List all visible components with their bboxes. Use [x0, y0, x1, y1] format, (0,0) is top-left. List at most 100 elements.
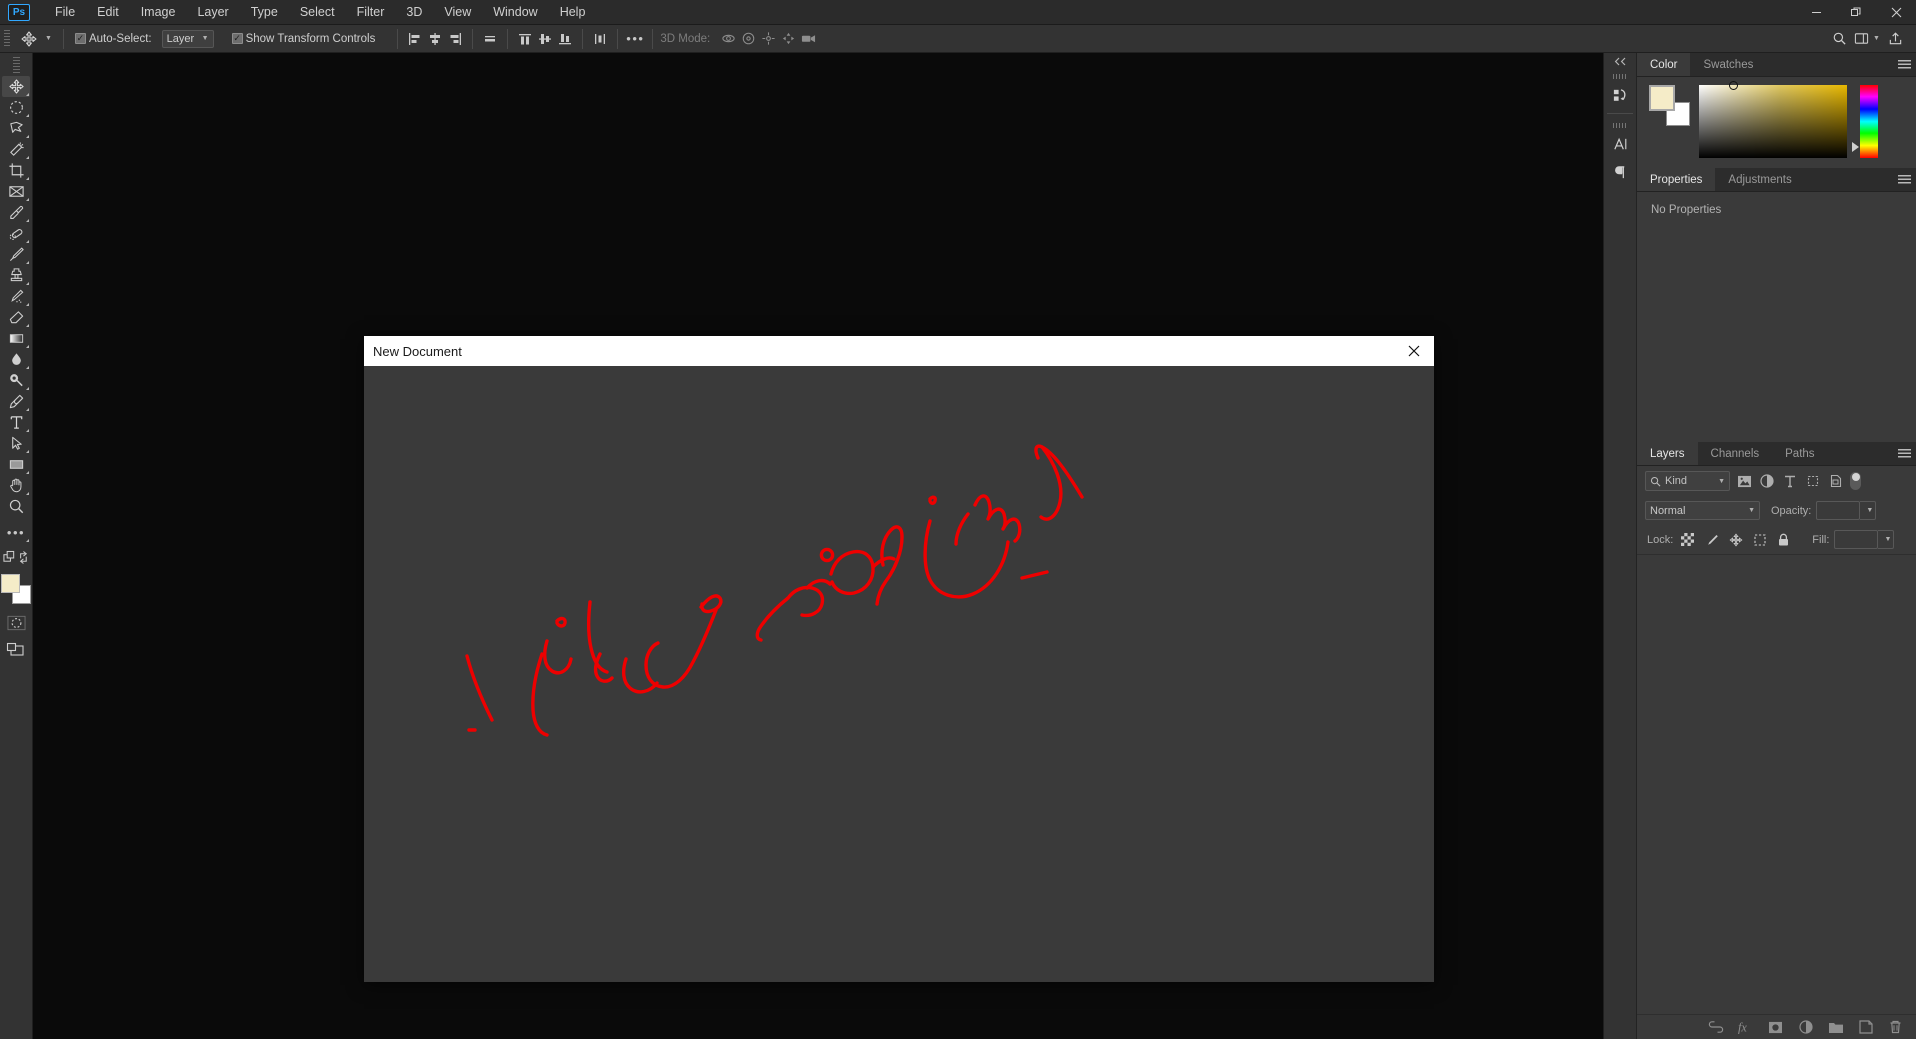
show-transform-checkbox[interactable]: ✓	[231, 33, 243, 44]
gradient-tool[interactable]	[2, 328, 30, 349]
align-top-edges-button[interactable]	[480, 29, 500, 49]
opacity-input[interactable]	[1816, 501, 1861, 520]
brush-tool[interactable]	[2, 244, 30, 265]
edit-toolbar-tool[interactable]: •••	[2, 522, 30, 543]
tab-channels[interactable]: Channels	[1697, 442, 1773, 465]
smart-object-filter-icon[interactable]	[1827, 472, 1845, 490]
more-align-options-button[interactable]: •••	[625, 29, 645, 49]
lock-image-pixels-icon[interactable]	[1702, 531, 1721, 549]
distribute-top-edges-button[interactable]	[515, 29, 535, 49]
canvas-workspace[interactable]: New Document	[33, 53, 1636, 1039]
lock-position-icon[interactable]	[1726, 531, 1745, 549]
active-tool-preset[interactable]: ▼	[16, 30, 56, 48]
tab-color[interactable]: Color	[1637, 53, 1691, 76]
layer-style-icon[interactable]: fx	[1737, 1019, 1754, 1036]
layers-list[interactable]	[1637, 554, 1916, 1014]
pan-3d-button[interactable]	[758, 29, 778, 49]
pixel-filter-icon[interactable]	[1735, 472, 1753, 490]
fill-input[interactable]	[1834, 530, 1879, 549]
auto-select-group[interactable]: ✓ Auto-Select:	[71, 33, 156, 45]
show-transform-group[interactable]: ✓ Show Transform Controls	[228, 33, 380, 45]
hand-tool[interactable]	[2, 475, 30, 496]
rectangle-tool[interactable]	[2, 454, 30, 475]
menu-layer[interactable]: Layer	[186, 1, 239, 23]
distribute-bottom-edges-button[interactable]	[555, 29, 575, 49]
color-panel-menu-button[interactable]	[1892, 53, 1916, 76]
paragraph-icon[interactable]	[1605, 158, 1635, 186]
collapse-panels-button[interactable]	[1604, 53, 1636, 69]
zoom-tool[interactable]	[2, 496, 30, 517]
foreground-color-swatch[interactable]	[1, 574, 20, 593]
history-brush-tool[interactable]	[2, 286, 30, 307]
menu-edit[interactable]: Edit	[86, 1, 130, 23]
filter-toggle-switch[interactable]	[1850, 472, 1861, 490]
options-bar-grip[interactable]	[4, 29, 10, 48]
menu-select[interactable]: Select	[289, 1, 346, 23]
eyedropper-tool[interactable]	[2, 202, 30, 223]
lasso-tool[interactable]	[2, 118, 30, 139]
slide-3d-button[interactable]	[778, 29, 798, 49]
link-layers-icon[interactable]	[1707, 1019, 1724, 1036]
menu-filter[interactable]: Filter	[346, 1, 396, 23]
foreground-background-swatches[interactable]	[1, 574, 31, 604]
distribute-vertical-centers-button[interactable]	[535, 29, 555, 49]
search-icon[interactable]	[1826, 28, 1852, 50]
camera-3d-button[interactable]	[798, 29, 818, 49]
lock-all-icon[interactable]	[1774, 531, 1793, 549]
fill-stepper[interactable]: ▼	[1878, 530, 1895, 549]
color-panel-swatches[interactable]	[1649, 85, 1693, 126]
distribute-horizontal-button[interactable]	[590, 29, 610, 49]
menu-type[interactable]: Type	[240, 1, 289, 23]
history-icon[interactable]	[1605, 81, 1635, 109]
auto-select-checkbox[interactable]: ✓	[74, 33, 86, 44]
dialog-close-button[interactable]	[1394, 336, 1434, 366]
menu-view[interactable]: View	[433, 1, 482, 23]
eraser-tool[interactable]	[2, 307, 30, 328]
maximize-button[interactable]	[1836, 0, 1876, 24]
frame-tool[interactable]	[2, 181, 30, 202]
tab-swatches[interactable]: Swatches	[1690, 53, 1767, 76]
menu-window[interactable]: Window	[482, 1, 548, 23]
share-icon[interactable]	[1882, 28, 1908, 50]
default-colors-and-swap[interactable]	[1, 547, 31, 568]
magic-wand-tool[interactable]	[2, 139, 30, 160]
properties-panel-menu-button[interactable]	[1892, 168, 1916, 191]
lock-transparent-pixels-icon[interactable]	[1678, 531, 1697, 549]
type-tool[interactable]	[2, 412, 30, 433]
menu-help[interactable]: Help	[549, 1, 597, 23]
layer-filter-kind-dropdown[interactable]: Kind ▼	[1645, 471, 1730, 491]
tab-properties[interactable]: Properties	[1637, 168, 1716, 191]
hue-slider[interactable]	[1852, 85, 1878, 158]
delete-layer-icon[interactable]	[1887, 1019, 1904, 1036]
lock-artboard-icon[interactable]	[1750, 531, 1769, 549]
crop-tool[interactable]	[2, 160, 30, 181]
opacity-field-group[interactable]: ▼	[1816, 501, 1877, 520]
character-icon[interactable]	[1605, 130, 1635, 158]
tab-adjustments[interactable]: Adjustments	[1715, 168, 1805, 191]
menu-3d[interactable]: 3D	[395, 1, 433, 23]
healing-brush-tool[interactable]	[2, 223, 30, 244]
shape-filter-icon[interactable]	[1804, 472, 1822, 490]
marquee-tool[interactable]	[2, 97, 30, 118]
orbit-3d-button[interactable]	[718, 29, 738, 49]
tools-panel-grip[interactable]	[12, 57, 20, 73]
add-mask-icon[interactable]	[1767, 1019, 1784, 1036]
dodge-tool[interactable]	[2, 370, 30, 391]
new-group-icon[interactable]	[1827, 1019, 1844, 1036]
align-right-edges-button[interactable]	[445, 29, 465, 49]
rail-group-grip-1[interactable]	[1613, 74, 1627, 79]
minimize-button[interactable]	[1796, 0, 1836, 24]
color-picker-field[interactable]	[1699, 81, 1847, 158]
menu-image[interactable]: Image	[130, 1, 187, 23]
blend-mode-dropdown[interactable]: Normal ▼	[1645, 501, 1760, 520]
move-tool[interactable]	[2, 76, 30, 97]
align-left-edges-button[interactable]	[405, 29, 425, 49]
fill-field-group[interactable]: ▼	[1834, 530, 1895, 549]
opacity-stepper[interactable]: ▼	[1860, 501, 1877, 520]
quick-mask-button[interactable]	[5, 614, 27, 632]
layers-panel-menu-button[interactable]	[1892, 442, 1916, 465]
roll-3d-button[interactable]	[738, 29, 758, 49]
color-panel-foreground-swatch[interactable]	[1649, 85, 1675, 111]
menu-file[interactable]: File	[44, 1, 86, 23]
pen-tool[interactable]	[2, 391, 30, 412]
